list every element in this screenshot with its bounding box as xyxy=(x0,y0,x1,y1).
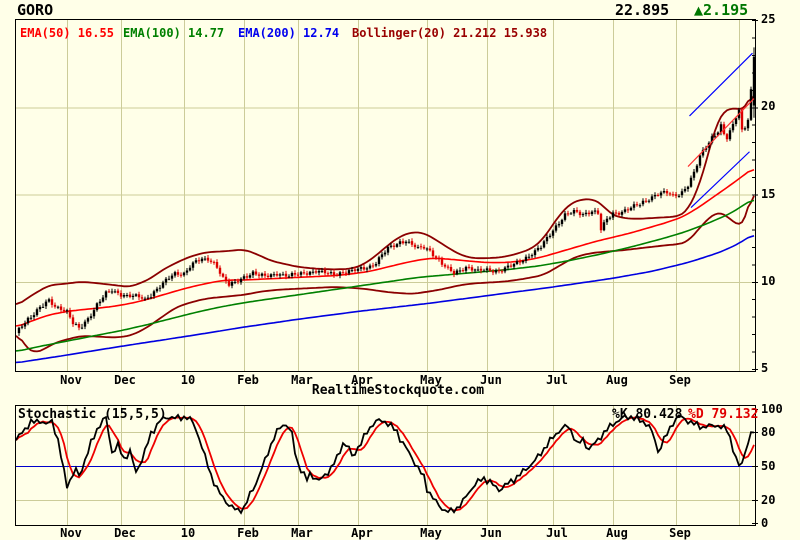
month-label: Jun xyxy=(480,526,502,540)
stochastic-title: Stochastic (15,5,5) xyxy=(18,407,167,422)
stoch-axis-label: 50 xyxy=(761,459,776,473)
price-axis-label: 5 xyxy=(761,361,769,375)
month-label: May xyxy=(420,526,442,540)
month-label: Apr xyxy=(351,526,373,540)
month-label: Aug xyxy=(606,373,628,387)
overlay-ema-100- xyxy=(15,199,755,352)
month-label: Nov xyxy=(60,373,82,387)
last-price: 22.895 xyxy=(615,1,670,19)
month-label: Apr xyxy=(351,373,373,387)
price-axis-label: 20 xyxy=(761,99,776,114)
price-chart-canvas xyxy=(15,19,758,526)
month-label: Sep xyxy=(669,373,691,387)
month-label: Jul xyxy=(546,373,568,387)
legend-item: Bollinger(20) 21.212 15.938 xyxy=(352,26,548,40)
month-label: Dec xyxy=(114,526,136,540)
price-axis-label: 15 xyxy=(761,186,776,201)
month-label: Dec xyxy=(114,373,136,387)
month-label: May xyxy=(420,373,442,387)
month-label: Aug xyxy=(606,526,628,540)
stoch-axis-label: 80 xyxy=(761,424,776,439)
stochastic-k-value: %K 80.428 xyxy=(612,407,683,422)
stock-chart-page: GORO 22.895 ▲2.195 EMA(50) 16.55 EMA(100)… xyxy=(0,0,800,540)
price-axis-label: 10 xyxy=(761,273,776,288)
legend-item: EMA(50) 16.55 xyxy=(20,26,114,40)
stoch-d-line xyxy=(15,416,755,512)
month-label: Feb xyxy=(237,373,259,387)
price-axis-label: 25 xyxy=(761,12,776,26)
month-label: Mar xyxy=(291,526,313,540)
month-label: Jun xyxy=(480,373,502,387)
stoch-k-line xyxy=(15,413,755,515)
stoch-axis-label: 0 xyxy=(761,516,769,530)
stochastic-d-value: %D 79.132 xyxy=(688,407,759,422)
price-change: ▲2.195 xyxy=(694,1,749,19)
month-label: Mar xyxy=(291,373,313,387)
month-label: Sep xyxy=(669,526,691,540)
month-label: Feb xyxy=(237,526,259,540)
legend-item: EMA(100) 14.77 xyxy=(123,26,225,40)
month-label: 10 xyxy=(180,526,196,540)
stoch-axis-label: 100 xyxy=(761,402,783,416)
stoch-axis-label: 20 xyxy=(761,493,776,508)
month-label: 10 xyxy=(180,373,196,387)
legend-item: EMA(200) 12.74 xyxy=(238,26,340,40)
month-label: Nov xyxy=(60,526,82,540)
watermark: RealtimeStockquote.com xyxy=(311,383,485,398)
symbol-title: GORO xyxy=(17,1,54,19)
month-label: Jul xyxy=(546,526,568,540)
